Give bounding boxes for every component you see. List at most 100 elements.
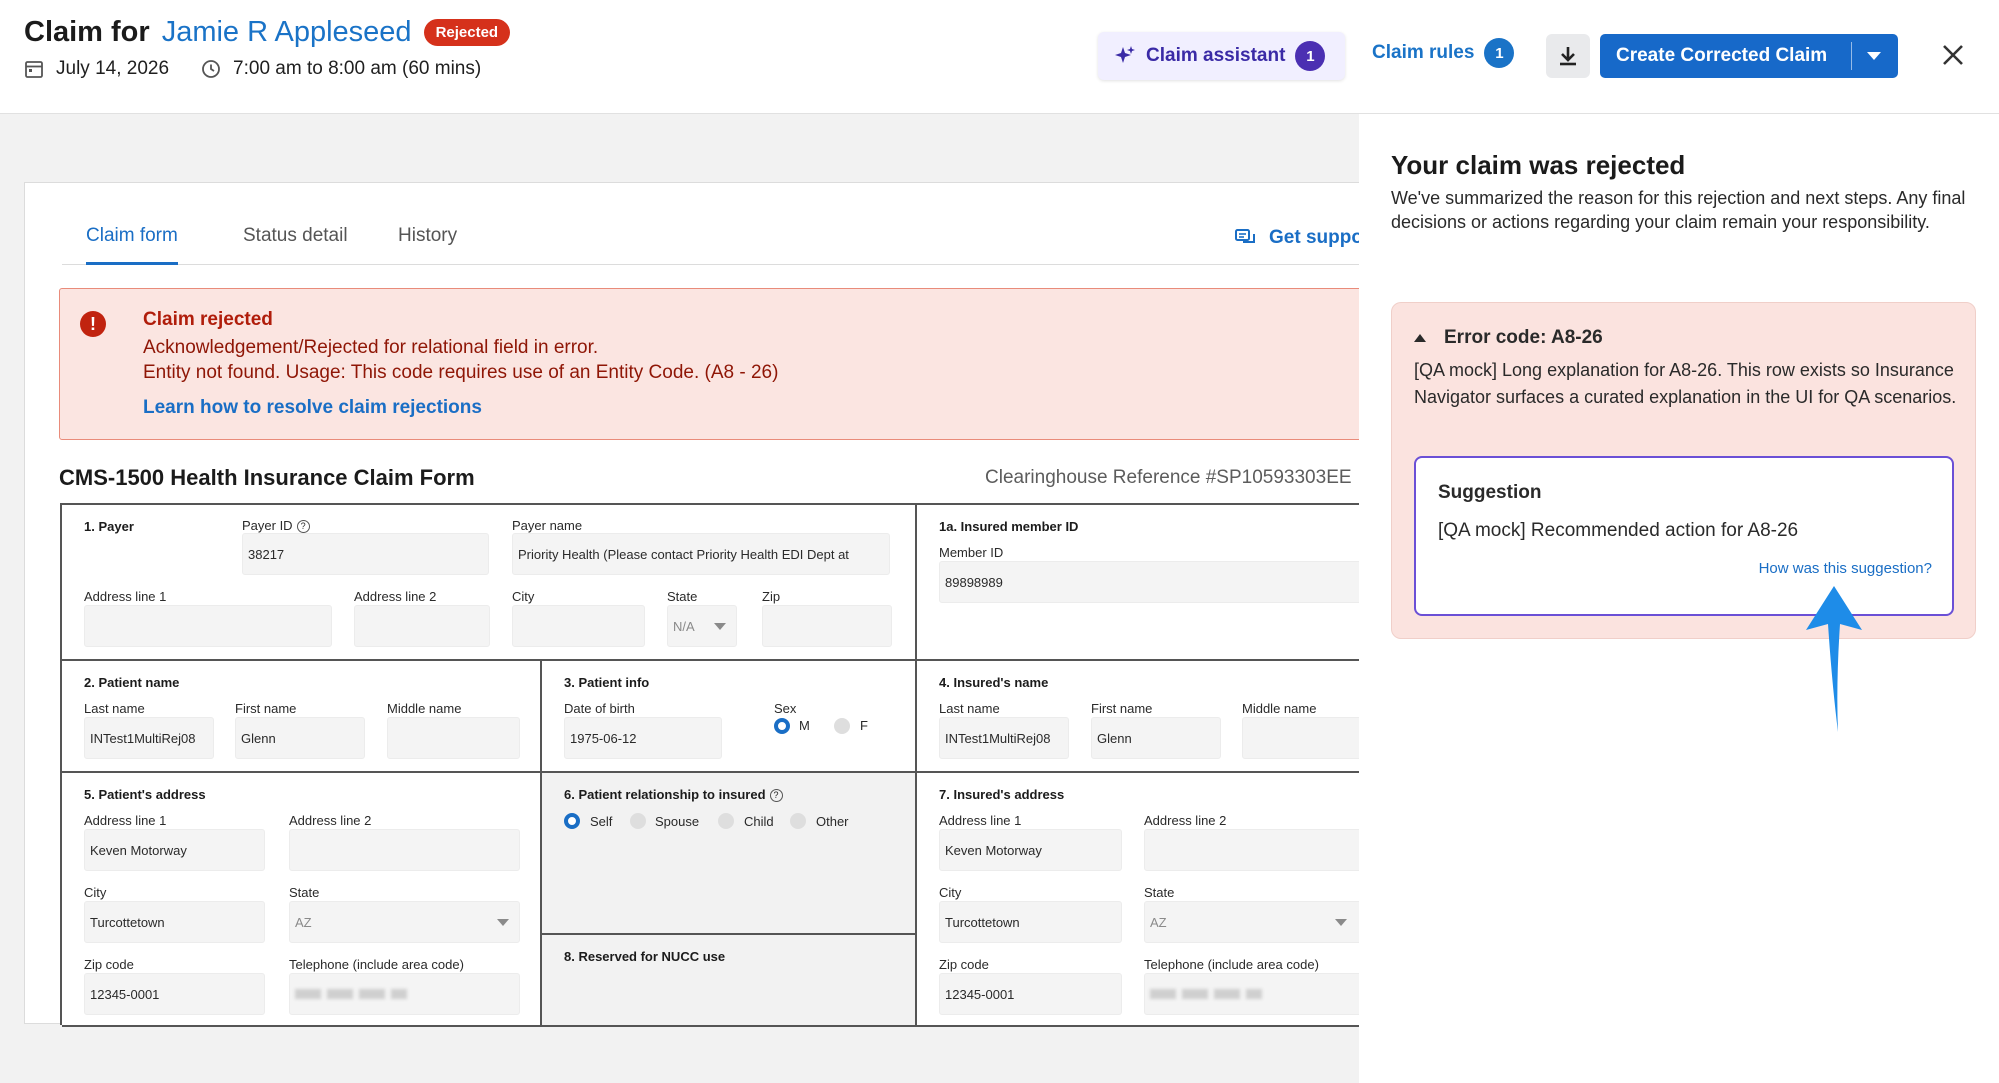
insured-address-line1-field[interactable]: Keven Motorway [939, 829, 1122, 871]
create-corrected-claim-label: Create Corrected Claim [1616, 45, 1828, 66]
patient-city-field[interactable]: Turcottetown [84, 901, 265, 943]
section-payer: 1. Payer Payer ID? 38217 Payer name Prio… [62, 505, 917, 661]
insured-first-name-field[interactable]: Glenn [1091, 717, 1221, 759]
section-title: 2. Patient name [84, 675, 180, 690]
claim-assistant-panel: Your claim was rejected We've summarized… [1359, 114, 1999, 1083]
patient-telephone-field[interactable] [289, 973, 520, 1015]
middle-name-label: Middle name [387, 701, 462, 716]
section-patient-info: 3. Patient info Date of birth 1975-06-12… [542, 661, 917, 773]
tab-status-detail[interactable]: Status detail [243, 225, 348, 265]
close-button[interactable] [1938, 40, 1968, 70]
section-title: 1. Payer [84, 519, 134, 534]
member-id-field[interactable]: 89898989 [939, 561, 1419, 603]
address-line2-label: Address line 2 [354, 589, 437, 604]
patient-address-line1-field[interactable]: Keven Motorway [84, 829, 265, 871]
selected-state: AZ [1150, 914, 1167, 930]
resolve-rejections-link[interactable]: Learn how to resolve claim rejections [143, 397, 482, 419]
get-support-link[interactable]: Get support [1235, 227, 1377, 249]
redacted-phone [1150, 989, 1262, 999]
sex-female-label: F [860, 718, 868, 733]
section-title: 5. Patient's address [84, 787, 206, 802]
section-title: 7. Insured's address [939, 787, 1065, 802]
relationship-self-label: Self [590, 814, 613, 829]
relationship-child-label: Child [744, 814, 774, 829]
rejection-banner: ! Claim rejected Acknowledgement/Rejecte… [59, 288, 1439, 440]
payer-name-label: Payer name [512, 518, 583, 533]
sex-female-radio[interactable] [834, 718, 850, 734]
state-label: State [1144, 885, 1175, 900]
patient-first-name-field[interactable]: Glenn [235, 717, 365, 759]
info-icon[interactable]: ? [769, 789, 783, 802]
payer-id-field[interactable]: 38217 [242, 533, 489, 575]
insured-address-line2-field[interactable] [1144, 829, 1364, 871]
cms1500-form: 1. Payer Payer ID? 38217 Payer name Prio… [60, 503, 1442, 1027]
address-line1-label: Address line 1 [84, 813, 167, 828]
sparkle-icon [1115, 46, 1135, 63]
zip-code-label: Zip code [84, 957, 134, 972]
claim-assistant-label: Claim assistant [1146, 45, 1286, 66]
patient-middle-name-field[interactable] [387, 717, 520, 759]
claim-assistant-button[interactable]: Claim assistant 1 [1098, 32, 1345, 80]
collapse-icon [1414, 334, 1426, 342]
insured-state-select[interactable]: AZ [1144, 901, 1364, 943]
patient-last-name-field[interactable]: INTest1MultiRej08 [84, 717, 214, 759]
create-corrected-claim-button[interactable]: Create Corrected Claim [1600, 34, 1898, 78]
insured-telephone-field[interactable] [1144, 973, 1364, 1015]
payer-state-select[interactable]: N/A [667, 605, 737, 647]
city-label: City [939, 885, 962, 900]
close-icon [1943, 45, 1963, 65]
middle-name-label: Middle name [1242, 701, 1317, 716]
patient-zip-field[interactable]: 12345-0001 [84, 973, 265, 1015]
rejection-reason: Acknowledgement/Rejected for relational … [143, 337, 599, 358]
chat-icon [1235, 229, 1255, 243]
relationship-other-radio[interactable] [790, 813, 806, 829]
title-row: Claim for Jamie R Appleseed Rejected [24, 16, 511, 49]
relationship-child-radio[interactable] [718, 813, 734, 829]
selected-state: AZ [295, 914, 312, 930]
section-reserved-nucc: 8. Reserved for NUCC use [542, 935, 917, 1027]
date-of-birth-field[interactable]: 1975-06-12 [564, 717, 722, 759]
status-badge: Rejected [423, 19, 511, 46]
clock-icon [202, 60, 220, 78]
suggestion-feedback-link[interactable]: How was this suggestion? [1759, 560, 1932, 577]
patient-address-line2-field[interactable] [289, 829, 520, 871]
chevron-down-icon[interactable] [1866, 49, 1882, 63]
panel-description: We've summarized the reason for this rej… [1391, 188, 1966, 232]
payer-address-line2-field[interactable] [354, 605, 490, 647]
tab-history[interactable]: History [398, 225, 457, 265]
last-name-label: Last name [939, 701, 1000, 716]
calendar-icon [25, 61, 43, 78]
info-icon[interactable]: ? [296, 520, 310, 533]
city-label: City [512, 589, 535, 604]
telephone-label: Telephone (include area code) [1144, 957, 1319, 972]
chevron-down-icon [714, 623, 726, 630]
insured-city-field[interactable]: Turcottetown [939, 901, 1122, 943]
claim-header: Claim for Jamie R Appleseed Rejected Jul… [0, 0, 1999, 114]
suggestion-text: [QA mock] Recommended action for A8-26 [1438, 520, 1799, 541]
sex-male-radio[interactable] [774, 718, 790, 734]
rules-count-badge: 1 [1484, 38, 1515, 68]
payer-name-field[interactable]: Priority Health (Please contact Priority… [512, 533, 890, 575]
claim-rules-button[interactable]: Claim rules 1 [1372, 38, 1515, 68]
patient-name-link[interactable]: Jamie R Appleseed [162, 16, 412, 49]
patient-state-select[interactable]: AZ [289, 901, 520, 943]
insured-last-name-field[interactable]: INTest1MultiRej08 [939, 717, 1069, 759]
alert-icon: ! [80, 311, 106, 337]
tab-claim-form[interactable]: Claim form [86, 225, 178, 265]
appointment-meta: July 14, 2026 7:00 am to 8:00 am (60 min… [24, 58, 481, 80]
chevron-down-icon [1335, 919, 1347, 926]
download-button[interactable] [1546, 34, 1590, 78]
payer-address-line1-field[interactable] [84, 605, 332, 647]
payer-zip-field[interactable] [762, 605, 892, 647]
button-divider [1851, 42, 1852, 70]
last-name-label: Last name [84, 701, 145, 716]
address-line1-label: Address line 1 [84, 589, 167, 604]
insured-zip-field[interactable]: 12345-0001 [939, 973, 1122, 1015]
payer-city-field[interactable] [512, 605, 645, 647]
relationship-spouse-radio[interactable] [630, 813, 646, 829]
assistant-count-badge: 1 [1295, 41, 1326, 71]
tab-bar: Claim form Status detail History [62, 225, 1382, 265]
error-code-toggle[interactable]: Error code: A8-26 [1414, 327, 1603, 349]
appointment-time: 7:00 am to 8:00 am (60 mins) [233, 58, 482, 79]
relationship-self-radio[interactable] [564, 813, 580, 829]
